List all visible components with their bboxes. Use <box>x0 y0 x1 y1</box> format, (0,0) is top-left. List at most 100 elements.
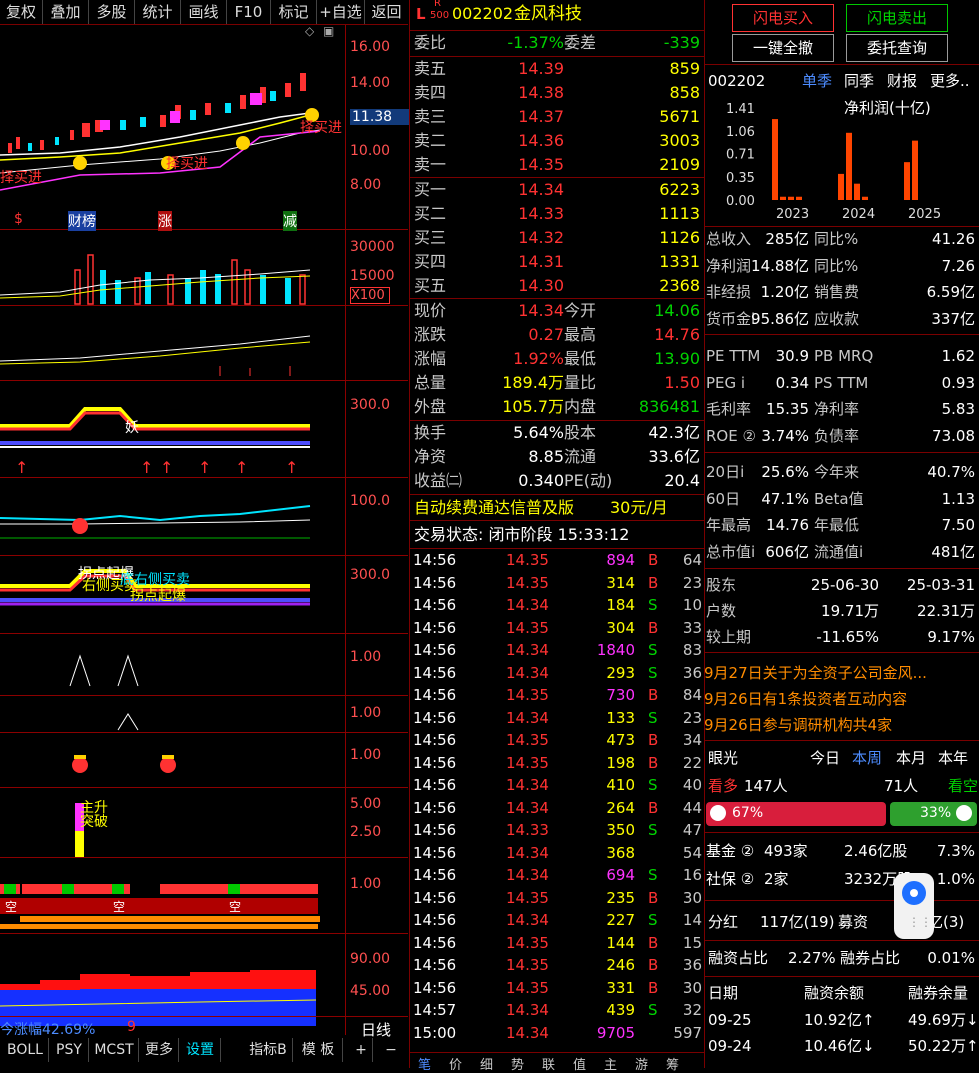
detail-tab[interactable]: 联 <box>542 1054 555 1073</box>
tick-row[interactable]: 14:56 14.35 246 B 36 <box>410 954 704 977</box>
tick-row[interactable]: 14:56 14.34 1840 S 83 <box>410 639 704 662</box>
tab-more[interactable]: 更多.. <box>930 68 970 94</box>
tab-more[interactable]: 更多 <box>140 1038 179 1062</box>
detail-tab[interactable]: 筹 <box>666 1054 679 1073</box>
detail-tab[interactable]: 游 <box>635 1054 648 1073</box>
cancel-all-button[interactable]: 一键全撤 <box>732 34 834 62</box>
buy-level-row[interactable]: 买三 14.32 1126 <box>410 226 704 250</box>
tab-settings[interactable]: 设置 <box>180 1038 221 1062</box>
tick-row[interactable]: 14:56 14.34 368 54 <box>410 842 704 865</box>
tick-count: 36 <box>682 663 702 682</box>
add-watchlist-button[interactable]: +自选 <box>317 0 365 24</box>
volume-scale-label: 15000 <box>350 268 395 284</box>
tick-row[interactable]: 14:56 14.34 694 S 16 <box>410 864 704 887</box>
period-label[interactable]: 日线 <box>361 1019 391 1040</box>
detail-tab[interactable]: 笔 <box>418 1054 431 1073</box>
tab-month[interactable]: 本月 <box>896 745 926 771</box>
detail-tab[interactable]: 势 <box>511 1054 524 1073</box>
detail-tab[interactable]: 值 <box>573 1054 586 1073</box>
zoom-in-button[interactable]: + <box>350 1038 373 1062</box>
back-button[interactable]: 返回 <box>365 0 408 24</box>
tick-price: 14.35 <box>506 978 549 997</box>
sell-level-row[interactable]: 卖三 14.37 5671 <box>410 105 704 129</box>
tick-row[interactable]: 15:00 14.34 9705 597 <box>410 1022 704 1045</box>
tick-row[interactable]: 14:56 14.34 227 S 14 <box>410 909 704 932</box>
kline-chart-area[interactable]: ◇ ▣ 择买进 择买进 择买进 16.00 14.00 11.38 10.00 … <box>0 25 410 1045</box>
assistant-dot <box>910 889 918 897</box>
bull-bar[interactable]: 67% <box>706 802 886 826</box>
svg-text:↑: ↑ <box>140 458 153 477</box>
tick-row[interactable]: 14:56 14.33 350 S 47 <box>410 819 704 842</box>
multi-stock-button[interactable]: 多股 <box>89 0 135 24</box>
tab-template[interactable]: 模 板 <box>294 1038 343 1062</box>
quote-value: 836481 <box>638 397 700 416</box>
buy-level-row[interactable]: 买二 14.33 1113 <box>410 202 704 226</box>
bear-bar[interactable]: 33% <box>890 802 977 826</box>
margin-short: 49.69万↓ <box>908 1011 979 1029</box>
tab-report[interactable]: 财报 <box>887 68 917 94</box>
tab-mcst[interactable]: MCST <box>90 1038 139 1062</box>
news-item[interactable]: 9月27日关于为全资子公司金风... <box>704 660 979 686</box>
promo-price[interactable]: 30元/月 <box>610 496 668 520</box>
flash-sell-button[interactable]: 闪电卖出 <box>846 4 948 32</box>
detail-tab[interactable]: 主 <box>604 1054 617 1073</box>
tab-week[interactable]: 本周 <box>852 745 882 771</box>
tick-row[interactable]: 14:56 14.35 473 B 34 <box>410 729 704 752</box>
draw-line-button[interactable]: 画线 <box>181 0 227 24</box>
zoom-out-button[interactable]: − <box>380 1038 402 1062</box>
mark-button[interactable]: 标记 <box>271 0 317 24</box>
tab-boll[interactable]: BOLL <box>2 1038 49 1062</box>
overlay-button[interactable]: 叠加 <box>43 0 89 24</box>
tab-psy[interactable]: PSY <box>50 1038 89 1062</box>
tick-row[interactable]: 14:56 14.35 894 B 64 <box>410 549 704 572</box>
tick-row[interactable]: 14:56 14.34 184 S 10 <box>410 594 704 617</box>
holder-value: 25-03-31 <box>906 576 975 594</box>
sell-level-label: 卖二 <box>414 131 447 150</box>
tick-row[interactable]: 14:56 14.35 730 B 84 <box>410 684 704 707</box>
fuquan-button[interactable]: 复权 <box>0 0 43 24</box>
detail-tab[interactable]: 价 <box>449 1054 462 1073</box>
promo-row[interactable]: 自动续费通达信普及版 30元/月 <box>410 496 704 520</box>
tab-indicator-b[interactable]: 指标B <box>244 1038 293 1062</box>
tick-row[interactable]: 14:56 14.34 133 S 23 <box>410 707 704 730</box>
tick-row[interactable]: 14:56 14.34 410 S 40 <box>410 774 704 797</box>
tick-row[interactable]: 14:56 14.34 264 B 44 <box>410 797 704 820</box>
tick-price: 14.34 <box>506 798 549 817</box>
cyan-indicator <box>0 505 311 539</box>
tick-row[interactable]: 14:56 14.35 304 B 33 <box>410 617 704 640</box>
tick-row[interactable]: 14:56 14.35 314 B 23 <box>410 572 704 595</box>
tick-row[interactable]: 14:56 14.35 198 B 22 <box>410 752 704 775</box>
news-item[interactable]: 9月26日参与调研机构共4家 <box>704 712 979 738</box>
news-item[interactable]: 9月26日有1条投资者互动内容 <box>704 686 979 712</box>
promo-text[interactable]: 自动续费通达信普及版 <box>414 496 574 520</box>
tab-quarter[interactable]: 单季 <box>802 68 832 94</box>
sell-level-row[interactable]: 卖二 14.36 3003 <box>410 129 704 153</box>
tick-time: 14:56 <box>413 596 457 614</box>
tick-price: 14.35 <box>506 933 549 952</box>
floating-assistant[interactable]: ⋮⋮ <box>894 873 934 939</box>
buy-level-row[interactable]: 买五 14.30 2368 <box>410 274 704 298</box>
row-label: 今年来 <box>814 463 860 481</box>
sell-level-row[interactable]: 卖四 14.38 858 <box>410 81 704 105</box>
flash-buy-button[interactable]: 闪电买入 <box>732 4 834 32</box>
stats-button[interactable]: 统计 <box>135 0 181 24</box>
annotation: 主升 <box>80 800 108 816</box>
tick-row[interactable]: 14:56 14.35 144 B 15 <box>410 932 704 955</box>
tab-yoy[interactable]: 同季 <box>844 68 874 94</box>
tab-today[interactable]: 今日 <box>810 745 840 771</box>
tick-volume: 264 <box>606 798 635 817</box>
buy-level-row[interactable]: 买四 14.31 1331 <box>410 250 704 274</box>
tick-row[interactable]: 14:57 14.34 439 S 32 <box>410 999 704 1022</box>
buy-level-row[interactable]: 买一 14.34 6223 <box>410 178 704 202</box>
tick-row[interactable]: 14:56 14.35 235 B 30 <box>410 887 704 910</box>
sell-level-row[interactable]: 卖五 14.39 859 <box>410 57 704 81</box>
tick-side: B <box>648 888 659 907</box>
sell-level-row[interactable]: 卖一 14.35 2109 <box>410 153 704 177</box>
order-query-button[interactable]: 委托查询 <box>846 34 948 62</box>
detail-tab[interactable]: 细 <box>480 1054 493 1073</box>
tab-year[interactable]: 本年 <box>938 745 968 771</box>
f10-button[interactable]: F10 <box>227 0 271 24</box>
bear-label: 看空 <box>948 777 979 795</box>
tick-row[interactable]: 14:56 14.35 331 B 30 <box>410 977 704 1000</box>
tick-row[interactable]: 14:56 14.34 293 S 36 <box>410 662 704 685</box>
